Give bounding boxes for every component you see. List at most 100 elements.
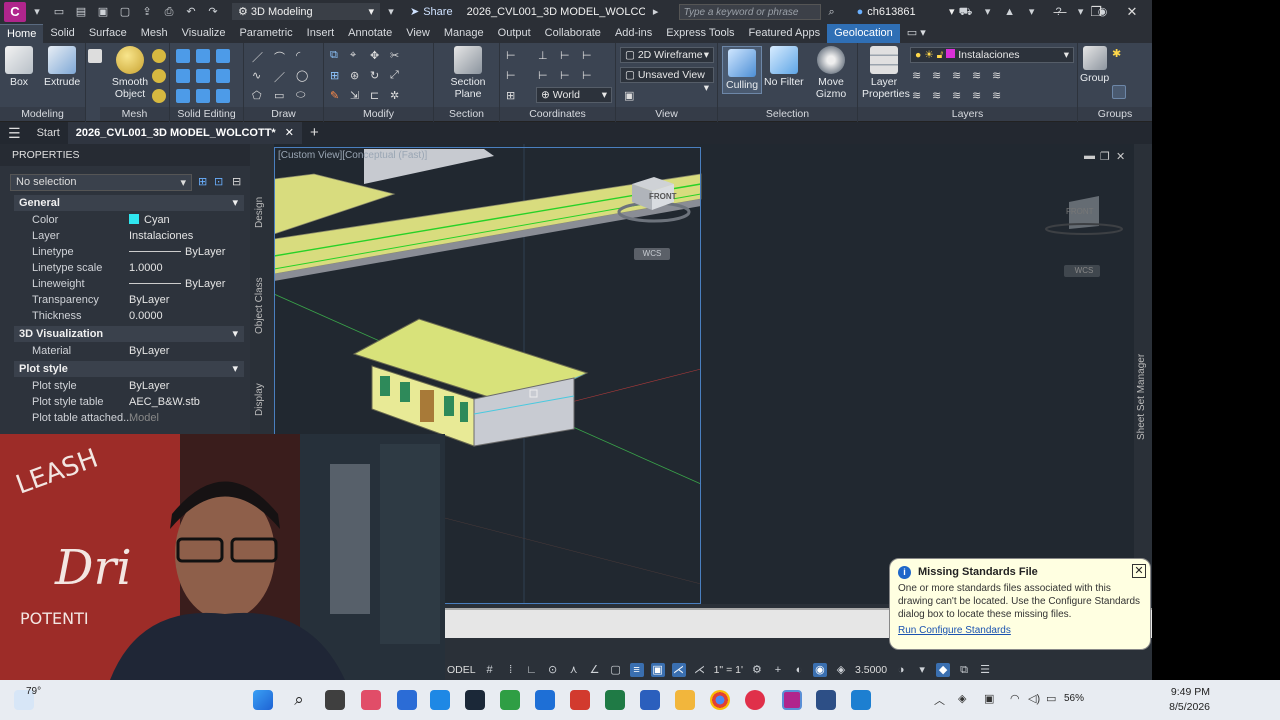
subtract-icon[interactable] <box>196 49 210 63</box>
panel-label-modeling[interactable]: Modeling <box>0 107 85 121</box>
intersect-icon[interactable] <box>216 49 230 63</box>
side-tab-object-class[interactable]: Object Class <box>254 277 265 334</box>
tag-icon[interactable]: ◆ <box>936 663 951 677</box>
visual-style-select[interactable]: ▢ 2D Wireframe ▾ <box>620 47 714 63</box>
interfere-icon[interactable] <box>196 69 210 83</box>
prop-row-plot-table-attached[interactable]: Plot table attached... Model <box>32 410 244 426</box>
share-button[interactable]: ➤ Share <box>410 5 453 19</box>
extract-edges-icon[interactable] <box>176 89 190 103</box>
close-icon[interactable]: ✕ <box>285 127 294 139</box>
panel-label-draw[interactable]: Draw <box>244 107 323 121</box>
layer-freeze-icon[interactable]: ≋ <box>972 69 986 83</box>
tab-insert[interactable]: Insert <box>300 24 342 43</box>
panel-label-coordinates[interactable]: Coordinates <box>500 107 615 121</box>
weather-temp[interactable]: 79° <box>26 686 41 697</box>
panel-label-section[interactable]: Section <box>434 107 499 121</box>
civil-icon[interactable] <box>816 690 836 710</box>
prop-row-plot-style[interactable]: Plot style ByLayer <box>32 378 244 394</box>
cart-icon[interactable]: ⛟ <box>958 5 974 19</box>
stretch-icon[interactable]: ⇲ <box>350 89 364 103</box>
group-selection-toggle-icon[interactable] <box>1112 85 1126 99</box>
upload-icon[interactable]: ⇪ <box>139 5 155 19</box>
layer-isolate-icon[interactable]: ≋ <box>952 69 966 83</box>
line-icon[interactable]: ／ <box>252 49 266 64</box>
chevron-up-icon[interactable]: ︿ <box>934 692 945 708</box>
polyline-icon[interactable]: ⌒ <box>274 49 288 64</box>
annotation-scale[interactable]: 1" = 1' <box>714 664 743 676</box>
ucs-object-icon[interactable]: ⊢ <box>560 69 574 83</box>
tab-manage[interactable]: Manage <box>437 24 491 43</box>
user-account[interactable]: ● ch613861 ▾ <box>857 5 955 19</box>
layer-select[interactable]: ● ☀ 🔓︎ Instalaciones ▾ <box>910 47 1074 63</box>
3d-array-icon[interactable]: ⊛ <box>350 69 364 83</box>
save-as-icon[interactable]: ▢ <box>117 5 133 19</box>
section-plane-button[interactable]: Section Plane <box>448 46 488 100</box>
side-tab-display[interactable]: Display <box>254 383 265 416</box>
prop-row-plot-style-table[interactable]: Plot style table AEC_B&W.stb <box>32 394 244 410</box>
grid-icon[interactable]: # <box>483 663 497 677</box>
ucs-x-icon[interactable]: ⊢ <box>560 49 574 63</box>
tab-home[interactable]: Home <box>0 24 44 43</box>
viewport-label[interactable]: [Custom View][Conceptual (Fast)] <box>278 150 427 161</box>
start-icon[interactable] <box>253 690 273 710</box>
media-icon[interactable] <box>745 690 765 710</box>
tab-view[interactable]: View <box>399 24 437 43</box>
extrude-faces-icon[interactable] <box>196 89 210 103</box>
ucs-select[interactable]: ⊕ World ▾ <box>536 87 612 103</box>
prop-row-color[interactable]: Color Cyan <box>32 212 244 228</box>
layer-off-icon[interactable]: ≋ <box>992 69 1006 83</box>
trim-icon[interactable]: ✂ <box>390 49 404 63</box>
tab-visualize[interactable]: Visualize <box>175 24 233 43</box>
scale-icon[interactable]: ⤢ <box>390 69 404 83</box>
layer-unlock-icon[interactable]: ≋ <box>992 89 1006 103</box>
tab-surface[interactable]: Surface <box>82 24 134 43</box>
autocad-icon[interactable] <box>782 690 802 710</box>
tab-start[interactable]: Start <box>29 122 68 144</box>
mesh-smooth-less-icon[interactable] <box>152 69 166 83</box>
tab-geolocation[interactable]: Geolocation <box>827 24 900 43</box>
new-file-icon[interactable]: ▭ <box>51 5 67 19</box>
network-tray-icon[interactable]: ◈ <box>958 692 966 705</box>
polar-icon[interactable]: ⊙ <box>546 663 560 677</box>
print-icon[interactable]: ⎙ <box>161 5 177 19</box>
isolate-icon[interactable]: ◐ <box>792 663 806 677</box>
ribbon-options-icon[interactable]: ▭ ▾ <box>900 24 933 43</box>
union-icon[interactable] <box>176 49 190 63</box>
offset-icon[interactable]: ⊏ <box>370 89 384 103</box>
workspace-switcher[interactable]: ⚙ 3D Modeling ▾ <box>232 3 380 20</box>
ucs-origin-icon[interactable]: ⊥ <box>538 49 552 63</box>
window-icon[interactable]: ⧉ <box>957 663 971 677</box>
snap-icon[interactable]: ⁞ <box>504 663 518 677</box>
group-button[interactable]: Group <box>1080 46 1109 84</box>
panel-label-layers[interactable]: Layers <box>858 107 1077 121</box>
named-view-select[interactable]: ▢ Unsaved View ▾ <box>620 67 714 94</box>
photos-icon[interactable] <box>535 690 555 710</box>
move-icon[interactable]: ✥ <box>370 49 384 63</box>
chevron-down-icon[interactable]: ▾ <box>29 5 45 19</box>
chrome-icon[interactable] <box>710 690 730 710</box>
panel-label-selection[interactable]: Selection <box>718 107 857 121</box>
spline-icon[interactable]: ∿ <box>252 69 266 83</box>
menu-icon[interactable]: ☰ <box>0 122 29 144</box>
layer-unisolate-icon[interactable]: ≋ <box>912 89 926 103</box>
array-icon[interactable]: ⊞ <box>330 69 344 83</box>
customize-icon[interactable]: ☰ <box>978 663 992 677</box>
close-icon[interactable]: ✕ <box>1132 564 1146 578</box>
ucs-icon[interactable]: ⊢ <box>506 49 520 63</box>
mirror-icon[interactable]: ⧉ <box>330 49 344 63</box>
tab-add-ins[interactable]: Add-ins <box>608 24 659 43</box>
side-tab-design[interactable]: Design <box>254 197 265 228</box>
pickadd-icon[interactable]: ⊟ <box>232 175 241 188</box>
save-icon[interactable]: ▣ <box>95 5 111 19</box>
wcs-menu[interactable]: WCS <box>634 248 670 260</box>
tab-parametric[interactable]: Parametric <box>232 24 299 43</box>
circle-icon[interactable]: ◯ <box>296 69 310 83</box>
ellipse-icon[interactable]: ⬭ <box>296 89 310 103</box>
tab-featured-apps[interactable]: Featured Apps <box>742 24 828 43</box>
box-button[interactable]: Box <box>5 46 33 88</box>
panel-label-view[interactable]: View <box>616 107 717 121</box>
redo-icon[interactable]: ↷ <box>205 5 221 19</box>
osnap-icon[interactable]: ▢ <box>609 663 623 677</box>
tray-app-icon[interactable]: ▣ <box>984 692 994 705</box>
app-logo[interactable]: C <box>4 1 26 22</box>
